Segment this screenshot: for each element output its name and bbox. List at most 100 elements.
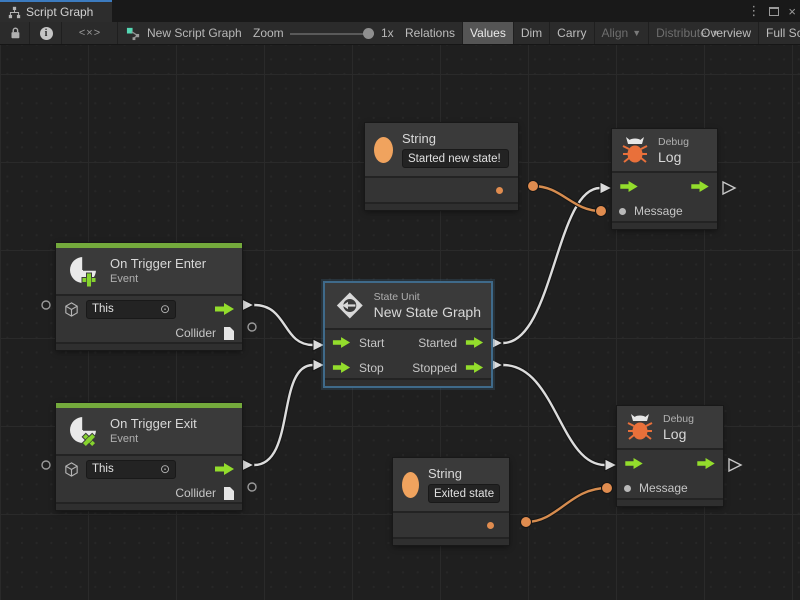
arrowhead-stop — [313, 359, 325, 371]
arrowhead-log-bottom — [605, 459, 617, 471]
node-on-trigger-exit[interactable]: On Trigger Exit Event This ⊙ — [56, 403, 242, 510]
port-log-out-top[interactable] — [723, 182, 735, 194]
wire-started-to-log[interactable] — [503, 188, 600, 343]
start-port-label: Start — [359, 336, 384, 350]
toolbar-view-buttons: Overview Full Screen — [694, 22, 800, 44]
message-input-port[interactable] — [619, 208, 626, 215]
overview-button[interactable]: Overview — [694, 22, 759, 44]
lock-icon — [8, 26, 22, 40]
flow-out-arrow[interactable] — [214, 463, 235, 475]
on-trigger-exit-icon — [65, 413, 101, 449]
port-collider-enter[interactable] — [248, 323, 256, 331]
flow-out-arrow[interactable] — [696, 458, 716, 469]
arrowhead-log-top — [600, 182, 612, 194]
graph-name-label: New Script Graph — [147, 26, 242, 40]
flow-out-arrow[interactable] — [465, 337, 484, 348]
wire-exit-to-stop[interactable] — [254, 365, 313, 465]
port-message-in-bottom[interactable] — [602, 483, 613, 494]
flow-out-arrow[interactable] — [465, 362, 484, 373]
tab-label: Script Graph — [26, 5, 93, 19]
full-screen-button[interactable]: Full Screen — [759, 22, 800, 44]
maximize-icon[interactable] — [769, 7, 779, 16]
graph-toolbar: i <×> New Script Graph Zoom 1x Relations… — [0, 22, 800, 45]
string-value-field[interactable]: Exited state — [428, 484, 500, 503]
zoom-slider-handle[interactable] — [363, 28, 374, 39]
gameobject-cube-icon — [63, 461, 80, 478]
code-icon: <×> — [79, 27, 101, 39]
string-value-field[interactable]: Started new state! — [402, 149, 509, 168]
port-out-started[interactable] — [491, 337, 503, 349]
node-title: New State Graph — [374, 304, 481, 320]
align-dropdown[interactable]: Align▼ — [595, 22, 650, 44]
node-string-top[interactable]: String Started new state! — [365, 123, 518, 210]
wire-enter-to-start[interactable] — [254, 305, 313, 345]
menu-kebab-icon[interactable]: ⋮ — [747, 3, 760, 19]
target-picker-icon[interactable]: ⊙ — [160, 302, 170, 316]
this-target-field[interactable]: This ⊙ — [86, 300, 176, 319]
graph-title-segment[interactable]: New Script Graph — [126, 22, 242, 44]
relations-toggle[interactable]: Relations — [398, 22, 463, 44]
file-icon[interactable] — [223, 326, 235, 341]
port-message-in-top[interactable] — [596, 206, 607, 217]
node-state-unit[interactable]: State Unit New State Graph Start Started — [325, 283, 491, 386]
zoom-value: 1x — [381, 22, 394, 44]
file-icon[interactable] — [223, 486, 235, 501]
node-kind: State Unit — [374, 291, 481, 304]
bug-icon — [626, 412, 654, 442]
node-title: On Trigger Enter — [110, 256, 206, 272]
port-string-out-top[interactable] — [528, 181, 539, 192]
node-kind: Debug — [663, 413, 694, 426]
close-icon[interactable]: × — [788, 4, 796, 19]
tab-bar: Script Graph ⋮ × — [0, 0, 800, 22]
port-string-out-bottom[interactable] — [521, 517, 532, 528]
this-target-field[interactable]: This ⊙ — [86, 460, 176, 479]
port-this-exit[interactable] — [42, 461, 50, 469]
node-on-trigger-enter[interactable]: On Trigger Enter Event This ⊙ — [56, 243, 242, 350]
info-icon: i — [40, 27, 53, 40]
message-port-label: Message — [634, 204, 683, 218]
code-view-button[interactable]: <×> — [63, 22, 118, 44]
node-debug-log-top[interactable]: Debug Log Message — [612, 129, 717, 229]
dim-toggle[interactable]: Dim — [514, 22, 550, 44]
toolbar-toggles: Relations Values Dim Carry Align▼ Distri… — [398, 22, 727, 44]
node-subtitle: Event — [110, 432, 197, 446]
flow-out-arrow[interactable] — [690, 181, 710, 192]
node-string-bottom[interactable]: String Exited state — [393, 458, 509, 545]
node-title: Log — [663, 426, 694, 442]
port-out-stopped[interactable] — [491, 359, 503, 371]
stop-port-label: Stop — [359, 361, 384, 375]
lock-button[interactable] — [0, 22, 30, 44]
port-collider-exit[interactable] — [248, 483, 256, 491]
graph-canvas[interactable]: On Trigger Enter Event This ⊙ — [0, 45, 800, 600]
string-type-icon — [402, 472, 419, 498]
node-title: On Trigger Exit — [110, 416, 197, 432]
info-button[interactable]: i — [31, 22, 62, 44]
target-picker-icon[interactable]: ⊙ — [160, 462, 170, 476]
node-debug-log-bottom[interactable]: Debug Log Message — [617, 406, 723, 506]
string-output-port[interactable] — [496, 187, 503, 194]
port-this-enter[interactable] — [42, 301, 50, 309]
gameobject-cube-icon — [63, 301, 80, 318]
message-input-port[interactable] — [624, 485, 631, 492]
values-toggle[interactable]: Values — [463, 22, 514, 44]
port-out-enter[interactable] — [242, 299, 254, 311]
flow-out-arrow[interactable] — [214, 303, 235, 315]
wire-string-to-message-bottom[interactable] — [526, 488, 607, 522]
zoom-slider[interactable] — [290, 33, 374, 35]
flow-in-arrow[interactable] — [619, 181, 639, 192]
graph-icon — [8, 6, 21, 19]
string-output-port[interactable] — [487, 522, 494, 529]
bug-icon — [621, 135, 649, 165]
state-unit-icon — [335, 290, 365, 321]
carry-toggle[interactable]: Carry — [550, 22, 594, 44]
node-title: Log — [658, 149, 689, 165]
node-title: String — [428, 466, 500, 482]
zoom-label: Zoom — [253, 22, 284, 44]
flow-in-arrow[interactable] — [624, 458, 644, 469]
flow-in-arrow[interactable] — [332, 337, 351, 348]
port-log-out-bottom[interactable] — [729, 459, 741, 471]
tab-script-graph[interactable]: Script Graph — [0, 0, 112, 22]
port-out-exit[interactable] — [242, 459, 254, 471]
wire-stopped-to-log[interactable] — [503, 365, 605, 465]
flow-in-arrow[interactable] — [332, 362, 351, 373]
